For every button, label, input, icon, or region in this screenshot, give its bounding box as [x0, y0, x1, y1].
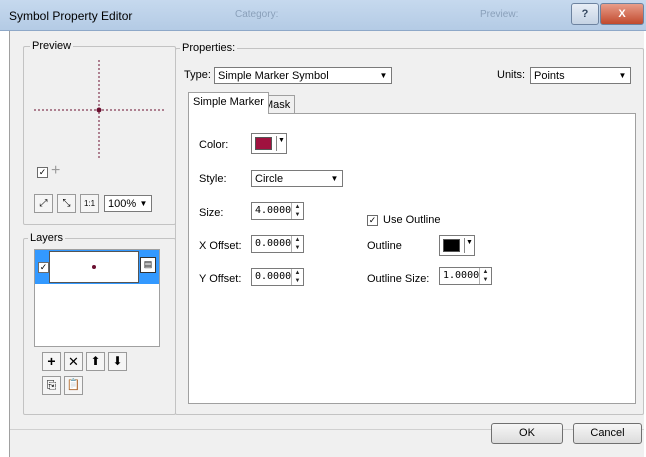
dialog-client: Preview ✓ + ⤢ ⤡ 1:1 100% ▼ Layers ✓ ▤ +: [9, 31, 644, 457]
preview-group: Preview ✓ + ⤢ ⤡ 1:1 100% ▼: [23, 40, 176, 225]
preview-marker: [96, 107, 102, 113]
paste-layer-icon[interactable]: 📋: [64, 376, 83, 395]
layer-marker-dot: [92, 265, 96, 269]
chevron-down-icon: ▼: [376, 68, 391, 83]
color-picker-button[interactable]: ▼: [251, 133, 287, 154]
type-value: Simple Marker Symbol: [218, 70, 329, 82]
preview-group-label: Preview: [30, 40, 74, 52]
style-select[interactable]: Circle ▼: [251, 170, 343, 187]
units-label: Units:: [497, 69, 526, 81]
remove-layer-icon[interactable]: ✕: [64, 352, 83, 371]
copy-layer-icon[interactable]: ⎘: [42, 376, 61, 395]
type-select[interactable]: Simple Marker Symbol ▼: [214, 67, 392, 84]
increment-icon[interactable]: ▲: [480, 268, 491, 276]
layer-row-selected[interactable]: ✓ ▤: [35, 250, 159, 284]
outline-label: Outline: [367, 240, 402, 252]
decrement-icon[interactable]: ▼: [292, 277, 303, 285]
simple-marker-panel: Color: ▼ Style: Circle ▼ Size: 4.0000 ▲ ▼…: [188, 113, 636, 404]
cancel-button[interactable]: Cancel: [573, 423, 642, 444]
title-bar: Symbol Property Editor Category: Preview…: [0, 0, 646, 31]
move-layer-up-icon[interactable]: ⬆: [86, 352, 105, 371]
units-select[interactable]: Points ▼: [530, 67, 631, 84]
properties-group: Properties: Type: Simple Marker Symbol ▼…: [175, 42, 644, 415]
size-stepper[interactable]: 4.0000 ▲ ▼: [251, 202, 304, 220]
help-button[interactable]: ?: [571, 3, 599, 25]
outline-color-picker-button[interactable]: ▼: [439, 235, 475, 256]
zoom-value: 100%: [108, 198, 137, 210]
add-layer-icon[interactable]: +: [42, 352, 61, 371]
chevron-down-icon: ▼: [136, 196, 151, 211]
outline-color-swatch: [443, 239, 460, 252]
color-label: Color:: [199, 139, 229, 151]
decrement-icon[interactable]: ▼: [292, 211, 303, 219]
zoom-full-icon[interactable]: ⤡: [57, 194, 76, 213]
outline-size-stepper[interactable]: 1.0000 ▲ ▼: [439, 267, 492, 285]
outline-size-label: Outline Size:: [367, 273, 430, 285]
properties-group-label: Properties:: [180, 42, 238, 54]
chevron-down-icon: ▼: [327, 171, 342, 186]
ok-button[interactable]: OK: [491, 423, 563, 444]
zoom-select[interactable]: 100% ▼: [104, 195, 152, 212]
chevron-down-icon: ▼: [466, 239, 473, 246]
size-label: Size:: [199, 207, 224, 219]
layers-group: Layers ✓ ▤ + ✕ ⬆ ⬇ ⎘ 📋: [23, 232, 176, 415]
decrement-icon[interactable]: ▼: [292, 244, 303, 252]
decrement-icon[interactable]: ▼: [480, 276, 491, 284]
tab-simple-marker[interactable]: Simple Marker: [188, 92, 269, 114]
background-ghost-text: Category:: [235, 9, 279, 20]
increment-icon[interactable]: ▲: [292, 203, 303, 211]
add-crosshair-icon[interactable]: +: [51, 162, 60, 180]
preview-checkbox[interactable]: ✓: [37, 167, 48, 178]
preview-canvas: [34, 60, 164, 160]
units-value: Points: [534, 70, 565, 82]
x-offset-value: 0.0000: [255, 238, 292, 249]
increment-icon[interactable]: ▲: [292, 269, 303, 277]
move-layer-down-icon[interactable]: ⬇: [108, 352, 127, 371]
style-label: Style:: [199, 173, 227, 185]
type-label: Type:: [184, 69, 211, 81]
increment-icon[interactable]: ▲: [292, 236, 303, 244]
x-offset-label: X Offset:: [199, 240, 242, 252]
actual-size-icon[interactable]: 1:1: [80, 194, 99, 213]
y-offset-value: 0.0000: [255, 271, 292, 282]
layer-symbol-preview: [49, 251, 139, 283]
background-ghost-text: Preview:: [480, 9, 519, 20]
layers-group-label: Layers: [28, 232, 66, 244]
window-title: Symbol Property Editor: [9, 9, 133, 23]
y-offset-label: Y Offset:: [199, 273, 242, 285]
chevron-down-icon: ▼: [278, 137, 285, 144]
layer-properties-icon[interactable]: ▤: [140, 257, 156, 273]
chevron-down-icon: ▼: [615, 68, 630, 83]
layer-visibility-checkbox[interactable]: ✓: [38, 262, 49, 273]
use-outline-checkbox[interactable]: ✓: [367, 215, 378, 226]
x-offset-stepper[interactable]: 0.0000 ▲ ▼: [251, 235, 304, 253]
size-value: 4.0000: [255, 205, 292, 216]
use-outline-label: Use Outline: [383, 214, 441, 226]
y-offset-stepper[interactable]: 0.0000 ▲ ▼: [251, 268, 304, 286]
zoom-to-fit-icon[interactable]: ⤢: [34, 194, 53, 213]
close-button[interactable]: X: [600, 3, 644, 25]
style-value: Circle: [255, 173, 284, 185]
layers-list[interactable]: ✓ ▤: [34, 249, 160, 347]
outline-size-value: 1.0000: [443, 270, 480, 281]
color-swatch: [255, 137, 272, 150]
